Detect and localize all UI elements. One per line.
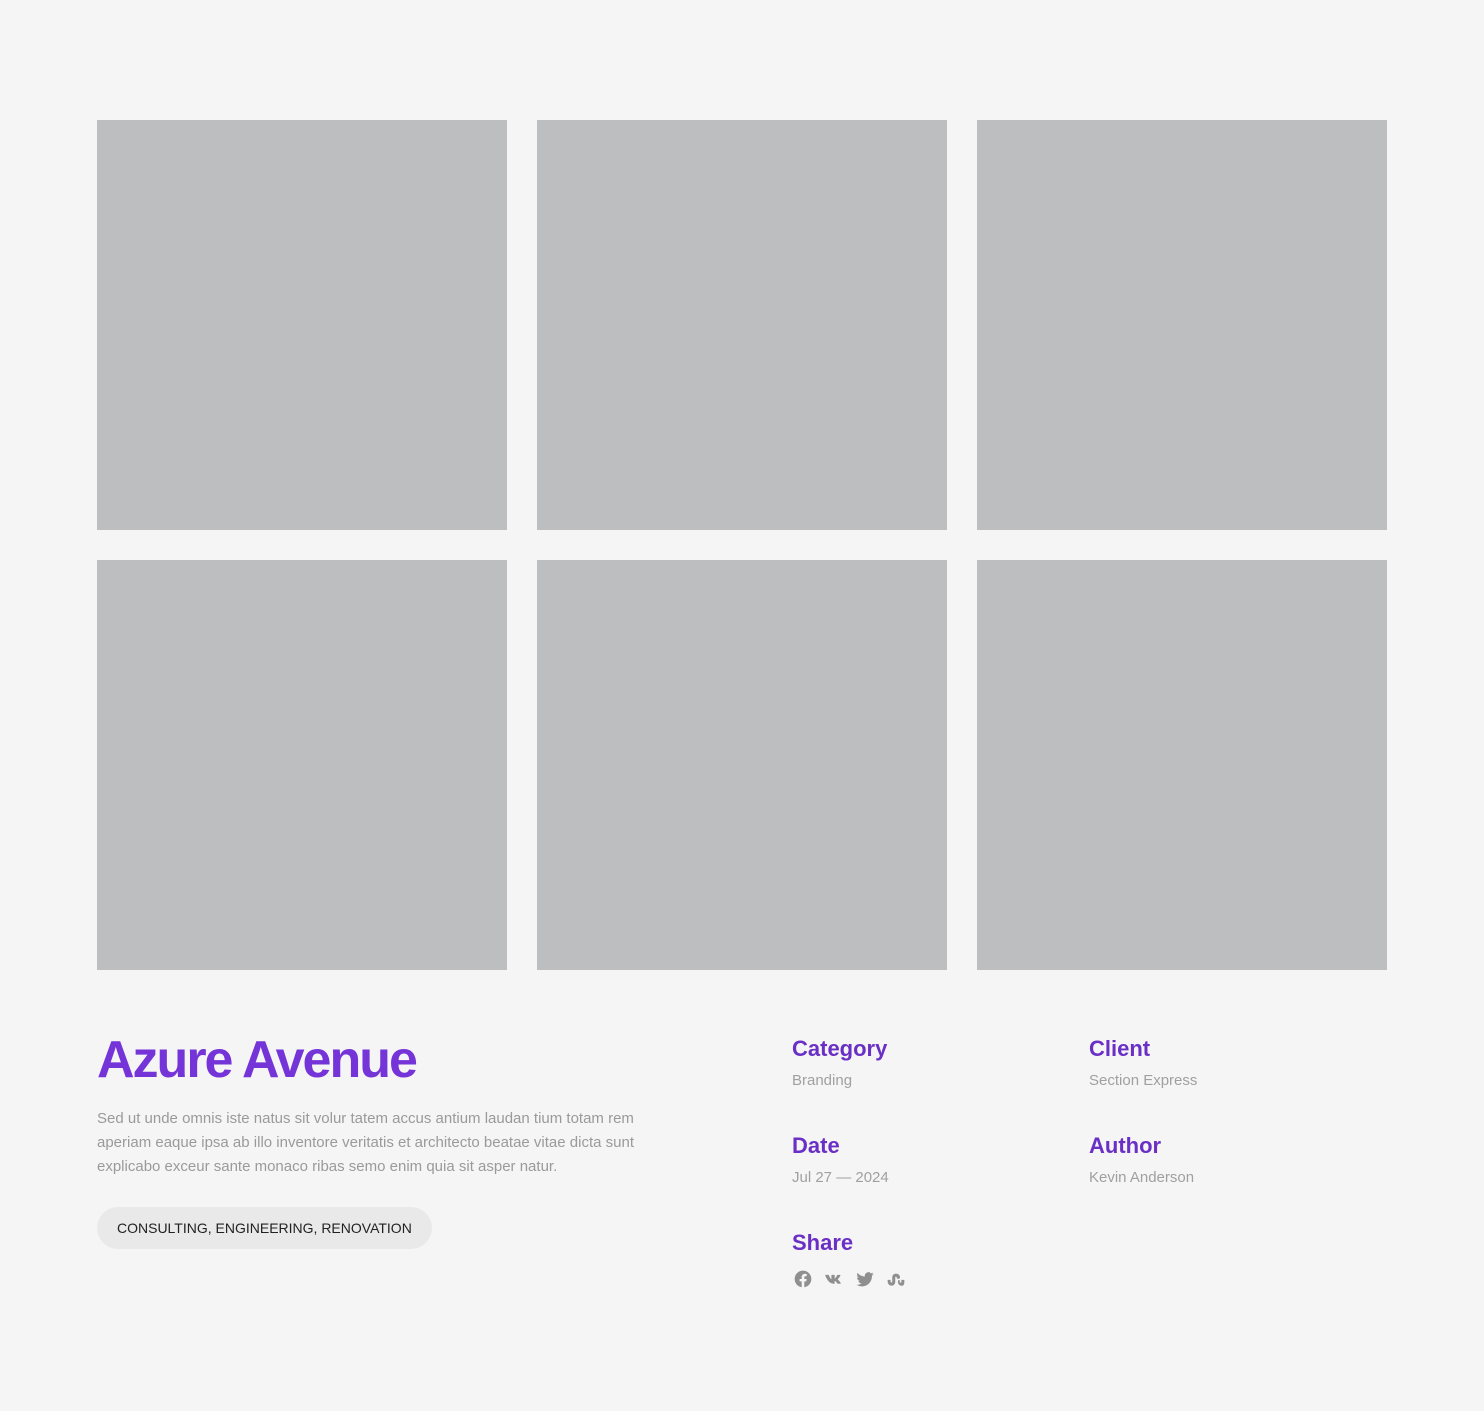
gallery-image[interactable] <box>97 560 507 970</box>
meta-category: Category Branding <box>792 1036 887 1091</box>
project-title: Azure Avenue <box>97 1031 418 1089</box>
meta-category-value: Branding <box>792 1072 853 1089</box>
stumbleupon-icon[interactable] <box>885 1268 906 1289</box>
meta-author-value: Kevin Anderson <box>1089 1169 1195 1186</box>
meta-client-value: Section Express <box>1089 1072 1198 1089</box>
meta-client: Client Section Express <box>1089 1036 1197 1091</box>
image-gallery <box>97 120 1387 970</box>
vk-icon[interactable] <box>823 1268 844 1289</box>
meta-share-label: Share <box>792 1230 854 1255</box>
gallery-image[interactable] <box>97 120 507 530</box>
twitter-icon[interactable] <box>854 1268 875 1289</box>
gallery-image[interactable] <box>537 120 947 530</box>
meta-share: Share <box>792 1230 906 1289</box>
meta-author: Author Kevin Anderson <box>1089 1133 1194 1188</box>
meta-client-label: Client <box>1089 1036 1151 1061</box>
project-description: Sed ut unde omnis iste natus sit volur t… <box>97 1110 634 1175</box>
project-tags[interactable]: CONSULTING, ENGINEERING, RENOVATION <box>97 1207 432 1249</box>
facebook-icon[interactable] <box>792 1268 813 1289</box>
gallery-image[interactable] <box>537 560 947 970</box>
meta-date-label: Date <box>792 1133 840 1158</box>
gallery-image[interactable] <box>977 560 1387 970</box>
share-icons <box>792 1268 906 1289</box>
meta-category-label: Category <box>792 1036 888 1061</box>
meta-author-label: Author <box>1089 1133 1162 1158</box>
meta-date-value: Jul 27 — 2024 <box>792 1169 889 1186</box>
gallery-image[interactable] <box>977 120 1387 530</box>
meta-date: Date Jul 27 — 2024 <box>792 1133 889 1188</box>
